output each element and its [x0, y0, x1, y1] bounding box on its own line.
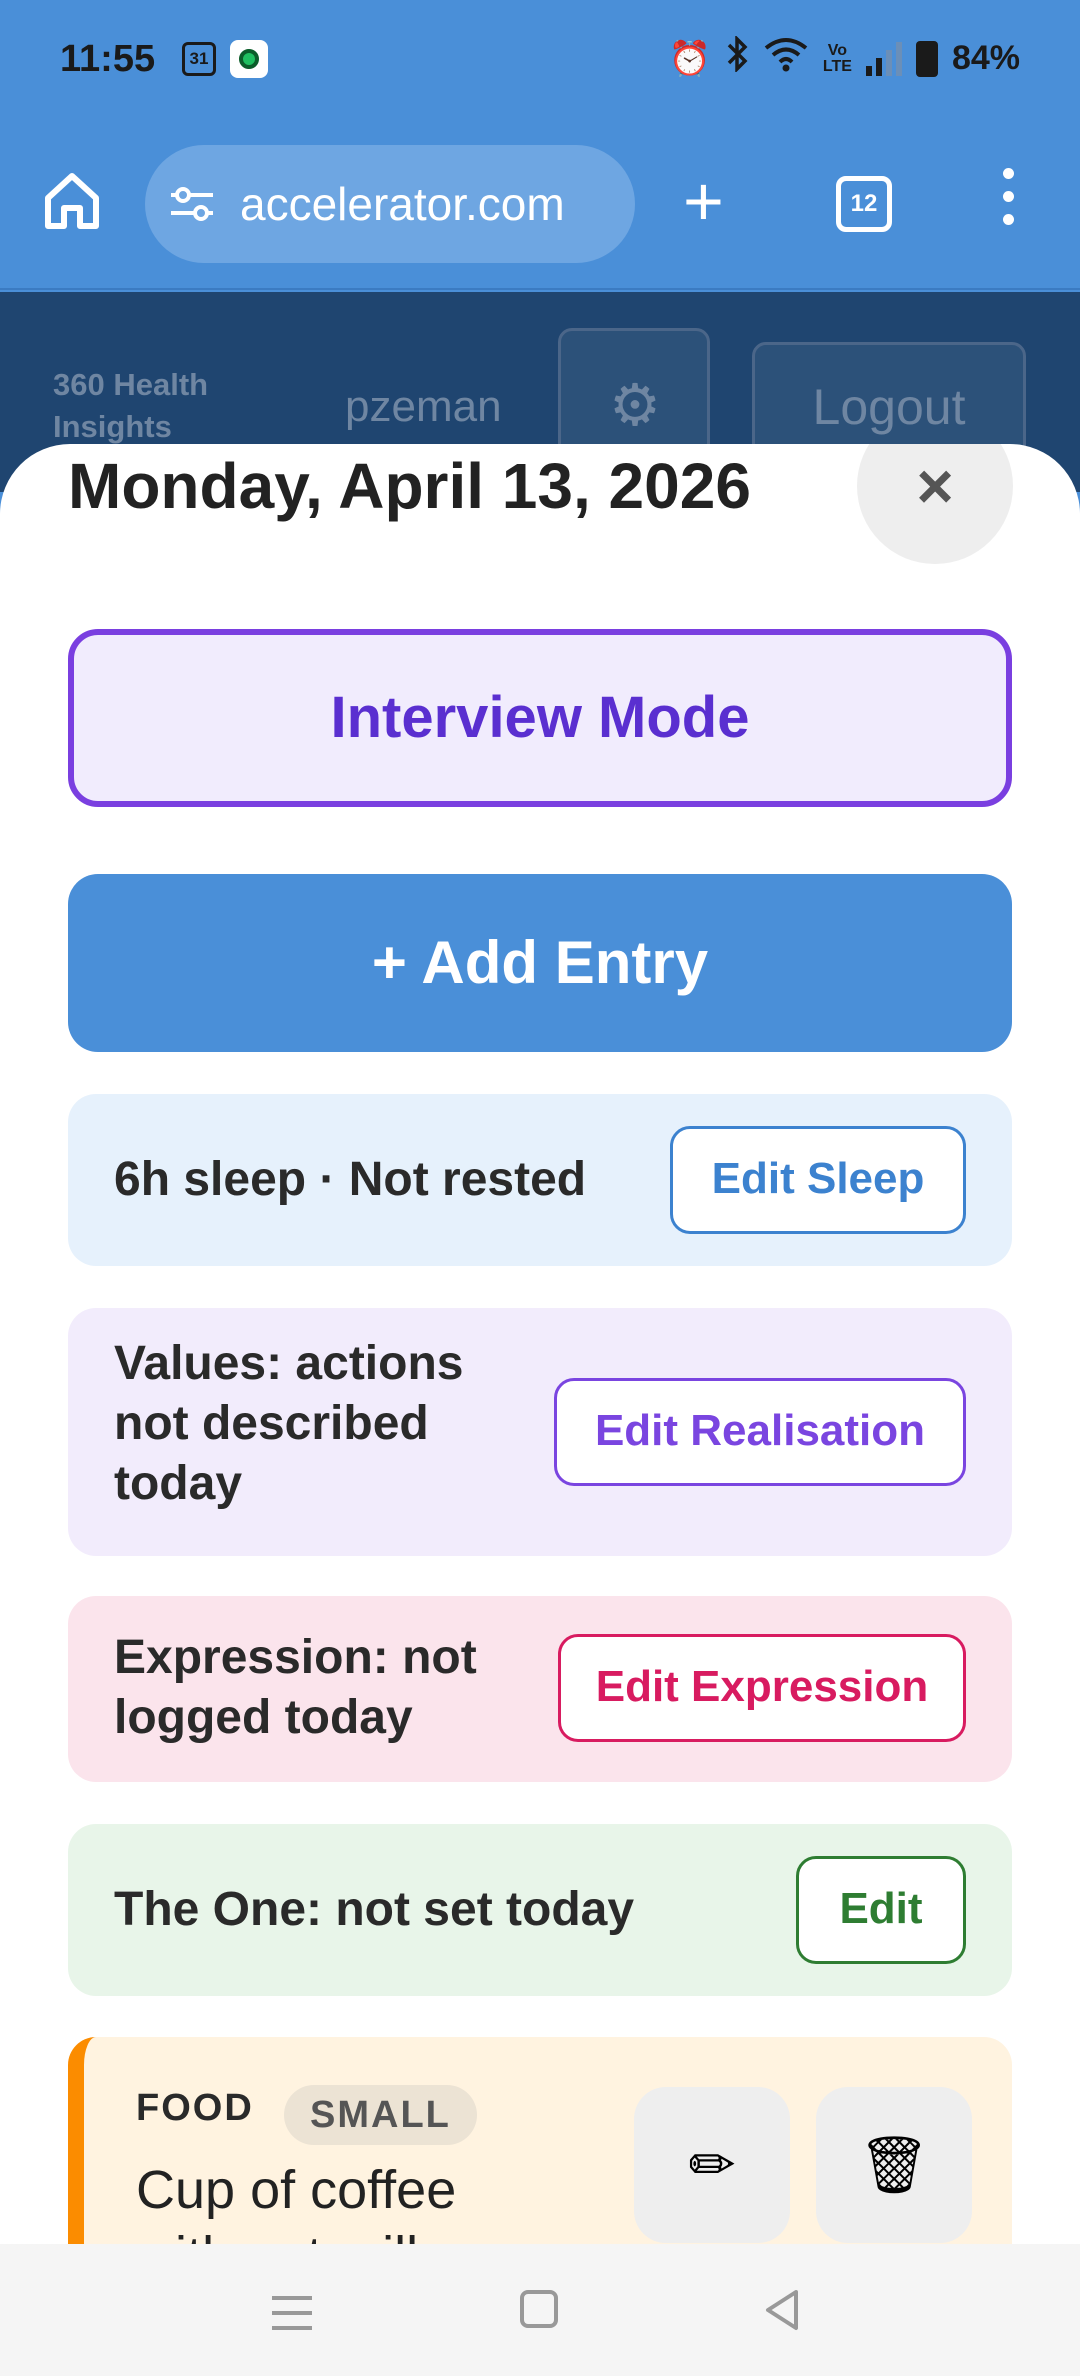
signal-icon: [865, 41, 902, 76]
sleep-summary: 6h sleep · Not rested: [114, 1153, 587, 1206]
browser-toolbar: accelerator.com + 12: [0, 120, 1080, 290]
entry-description: Cup of coffee with oat milk: [136, 2160, 457, 2244]
interview-mode-button[interactable]: Interview Mode: [68, 629, 1012, 807]
day-detail-modal: Monday, April 13, 2026 × Interview Mode …: [0, 444, 1080, 2244]
browser-menu-icon[interactable]: [996, 168, 1020, 238]
entry-category: FOOD: [136, 2087, 254, 2129]
edit-the-one-button[interactable]: Edit: [796, 1856, 966, 1964]
site-settings-icon[interactable]: [167, 179, 217, 229]
entry-card: FOOD SMALL Cup of coffee with oat milk ✏…: [68, 2037, 1012, 2244]
edit-realisation-button[interactable]: Edit Realisation: [554, 1378, 966, 1486]
brand-name: 360 Health Insights: [53, 367, 209, 444]
address-bar[interactable]: accelerator.com: [145, 145, 635, 263]
pencil-icon[interactable]: ✏: [634, 2087, 790, 2243]
calendar-icon: 31: [182, 42, 216, 76]
the-one-summary: The One: not set today: [114, 1883, 635, 1936]
edit-expression-button[interactable]: Edit Expression: [558, 1634, 966, 1742]
values-card: Values: actions not described today Edit…: [68, 1308, 1012, 1556]
close-button[interactable]: ×: [857, 444, 1013, 564]
expression-card: Expression: not logged today Edit Expres…: [68, 1596, 1012, 1782]
alarm-icon: ⏰: [668, 39, 711, 78]
bluetooth-icon: [725, 34, 749, 81]
volte-icon: Vo LTE: [822, 41, 852, 75]
home-icon[interactable]: [40, 168, 104, 232]
battery-icon: [915, 40, 938, 77]
recents-icon[interactable]: [272, 2296, 312, 2341]
status-bar: 11:55 31 ⏰ Vo LTE 84%: [0, 0, 1080, 120]
values-summary: Values: actions not described today: [114, 1337, 464, 1510]
wifi-icon: [763, 36, 809, 81]
username: pzeman: [345, 382, 502, 431]
add-entry-button[interactable]: + Add Entry: [68, 874, 1012, 1052]
back-icon[interactable]: [762, 2288, 802, 2332]
url-text[interactable]: accelerator.com: [240, 177, 615, 231]
status-icons: ⏰ Vo LTE 84%: [668, 34, 1020, 81]
status-time: 11:55: [60, 38, 156, 80]
the-one-card: The One: not set today Edit: [68, 1824, 1012, 1996]
system-nav-bar: [0, 2244, 1080, 2376]
date-title: Monday, April 13, 2026: [68, 450, 751, 522]
expression-summary: Expression: not logged today: [114, 1631, 477, 1744]
app-notification-icon: [230, 40, 268, 78]
gear-icon: ⚙: [609, 373, 661, 438]
edit-sleep-button[interactable]: Edit Sleep: [670, 1126, 966, 1234]
battery-percent: 84%: [951, 39, 1020, 77]
home-square-icon[interactable]: [520, 2290, 558, 2328]
new-tab-icon[interactable]: +: [683, 166, 724, 236]
sleep-card: 6h sleep · Not rested Edit Sleep: [68, 1094, 1012, 1266]
trash-icon[interactable]: 🗑: [816, 2087, 972, 2243]
tab-switcher-button[interactable]: 12: [836, 176, 892, 232]
entry-size-badge: SMALL: [284, 2085, 477, 2145]
